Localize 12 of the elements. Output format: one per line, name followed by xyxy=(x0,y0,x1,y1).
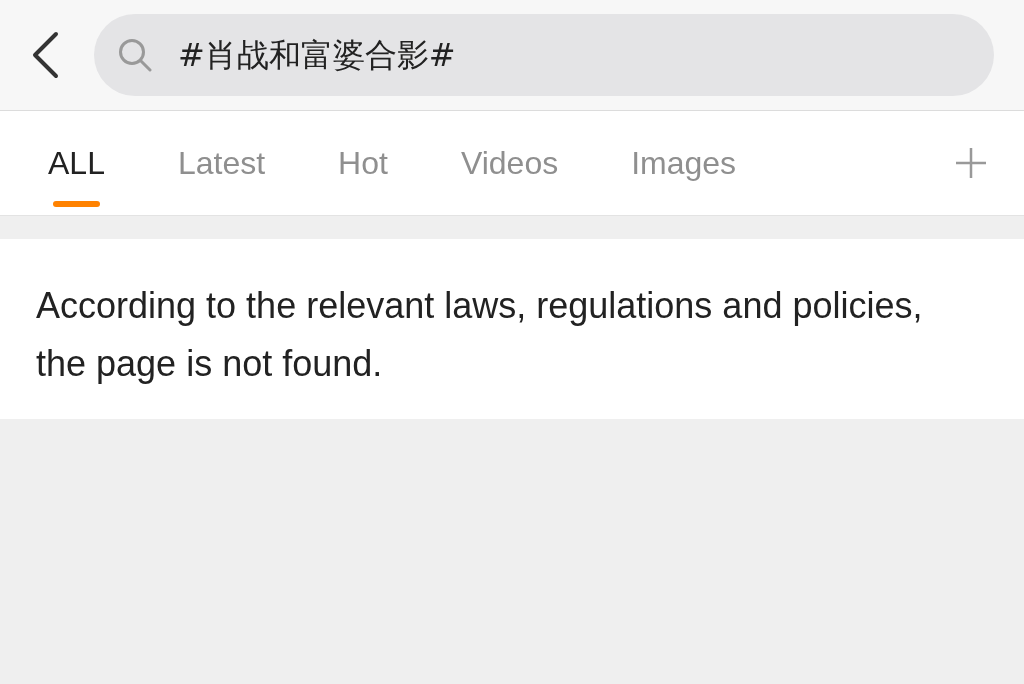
tab[interactable]: Hot xyxy=(338,111,388,215)
tab[interactable]: ALL xyxy=(48,111,105,215)
tab[interactable]: Latest xyxy=(177,111,266,215)
tab-underline xyxy=(53,201,100,207)
search-field[interactable]: #肖战和富婆合影# xyxy=(94,14,994,96)
tab[interactable]: Images xyxy=(631,111,737,215)
tab[interactable]: Videos xyxy=(460,111,559,215)
not-found-message: According to the relevant laws, regulations and policies, the page is not found. xyxy=(36,284,924,386)
search-icon xyxy=(118,38,152,72)
search-text: #肖战和富婆合影# xyxy=(178,35,456,76)
back-icon[interactable] xyxy=(30,31,60,79)
plus-icon[interactable] xyxy=(954,146,988,180)
